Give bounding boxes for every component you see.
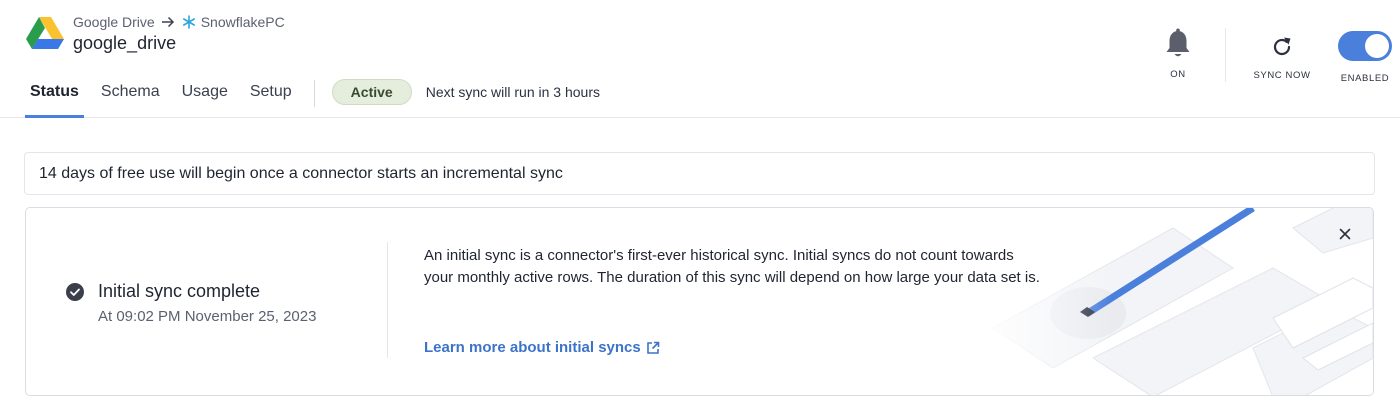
snowflake-icon	[182, 15, 196, 29]
sync-now-button[interactable]: SYNC NOW	[1248, 28, 1316, 81]
google-drive-logo	[26, 17, 64, 49]
card-divider	[387, 242, 388, 358]
sync-illustration	[973, 208, 1373, 395]
free-trial-banner: 14 days of free use will begin once a co…	[24, 152, 1375, 195]
external-link-icon	[646, 341, 660, 354]
tab-usage[interactable]: Usage	[177, 78, 233, 118]
sync-status-time: At 09:02 PM November 25, 2023	[98, 308, 317, 325]
notifications-label: ON	[1170, 69, 1186, 80]
notifications-toggle[interactable]: ON	[1156, 28, 1200, 80]
connector-header: Google Drive SnowflakePC google_drive St…	[0, 0, 1400, 118]
next-sync-text: Next sync will run in 3 hours	[425, 84, 600, 100]
learn-more-label: Learn more about initial syncs	[424, 339, 641, 356]
arrow-right-icon	[161, 16, 175, 28]
close-icon[interactable]	[1337, 226, 1353, 242]
initial-sync-description: An initial sync is a connector's first-e…	[424, 247, 1040, 286]
enabled-toggle-group: ENABLED	[1336, 31, 1394, 84]
status-badge: Active	[331, 79, 412, 105]
tab-bar: Status Schema Usage Setup Active Next sy…	[25, 78, 600, 118]
connector-title: google_drive	[73, 33, 177, 53]
bell-icon	[1166, 28, 1190, 57]
learn-more-link[interactable]: Learn more about initial syncs	[424, 339, 660, 356]
initial-sync-card: Initial sync complete At 09:02 PM Novemb…	[25, 207, 1374, 396]
tab-schema[interactable]: Schema	[96, 78, 165, 118]
check-circle-icon	[66, 283, 84, 301]
sync-now-label: SYNC NOW	[1253, 70, 1311, 81]
tab-status[interactable]: Status	[25, 78, 84, 118]
breadcrumb: Google Drive SnowflakePC	[73, 13, 285, 31]
enabled-toggle[interactable]	[1338, 31, 1392, 61]
header-divider	[1225, 28, 1226, 82]
tab-divider	[313, 80, 315, 107]
breadcrumb-destination[interactable]: SnowflakePC	[201, 14, 285, 30]
toggle-knob	[1365, 34, 1389, 58]
enabled-label: ENABLED	[1340, 73, 1390, 84]
sync-status-title: Initial sync complete	[98, 281, 261, 301]
refresh-icon	[1273, 37, 1291, 56]
tab-setup[interactable]: Setup	[245, 78, 297, 118]
breadcrumb-source[interactable]: Google Drive	[73, 14, 155, 30]
